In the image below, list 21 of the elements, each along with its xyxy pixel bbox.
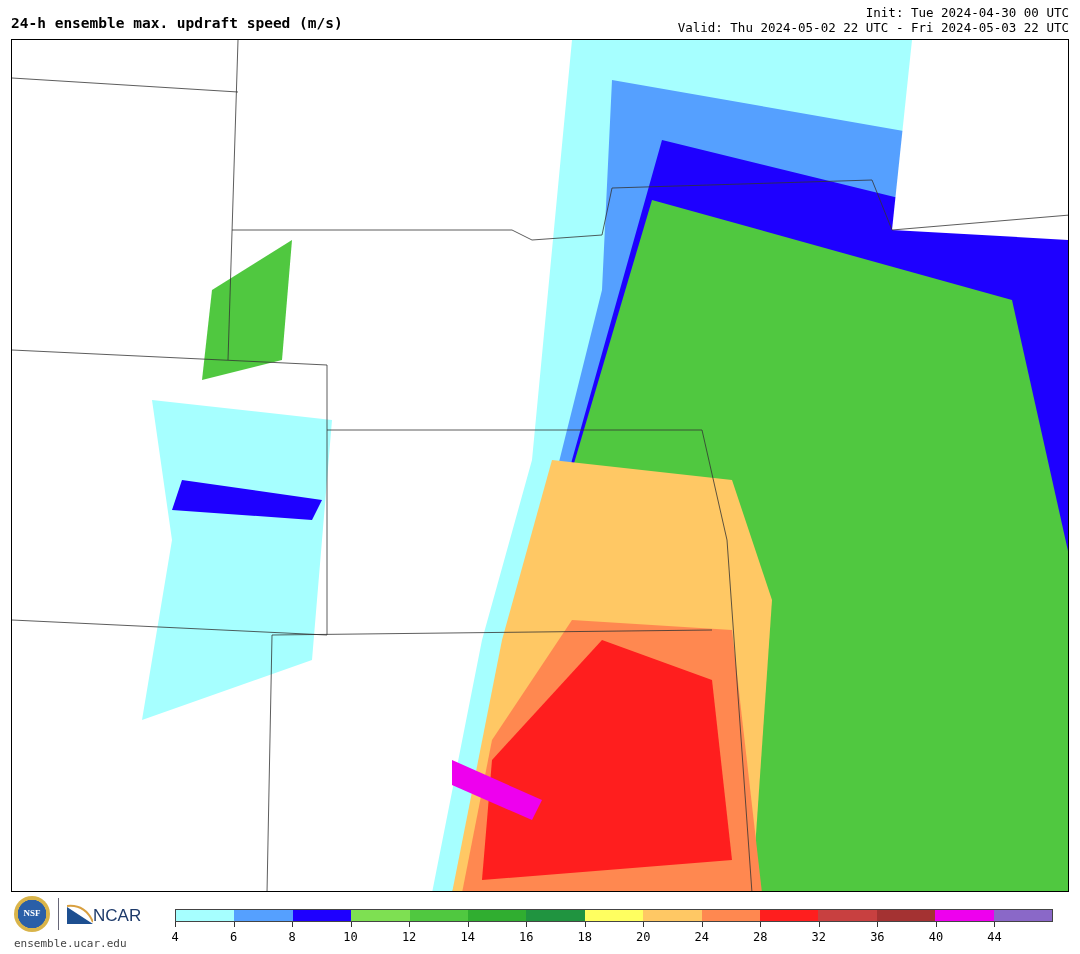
scale-label: 10 — [343, 929, 358, 946]
scale-label: 24 — [694, 929, 709, 946]
site-address: ensemble.ucar.edu — [14, 936, 128, 952]
ncar-logo: NCAR — [67, 904, 142, 924]
scale-label: 12 — [401, 929, 417, 946]
chart-title: 24-h ensemble max. updraft speed (m/s) — [11, 14, 343, 33]
scale-label: 28 — [753, 929, 768, 946]
nsf-logo: NSF — [14, 896, 50, 932]
scale-label: 16 — [518, 929, 534, 946]
scale-label: 44 — [987, 929, 1002, 946]
scale-label: 4 — [171, 929, 179, 946]
scale-label: 8 — [288, 929, 296, 946]
scale-label: 18 — [577, 929, 592, 946]
scale-label: 32 — [811, 929, 827, 946]
scale-label: 20 — [636, 929, 651, 946]
scale-label: 14 — [460, 929, 475, 946]
scale-label: 36 — [870, 929, 885, 946]
scale-label: 40 — [928, 929, 944, 946]
valid-period: Valid: Thu 2024-05-02 22 UTC - Fri 2024-05-03 22 UTC — [677, 20, 1069, 35]
init-time: Init: Tue 2024-04-30 00 UTC — [865, 5, 1069, 20]
scale-label: 6 — [229, 929, 238, 946]
